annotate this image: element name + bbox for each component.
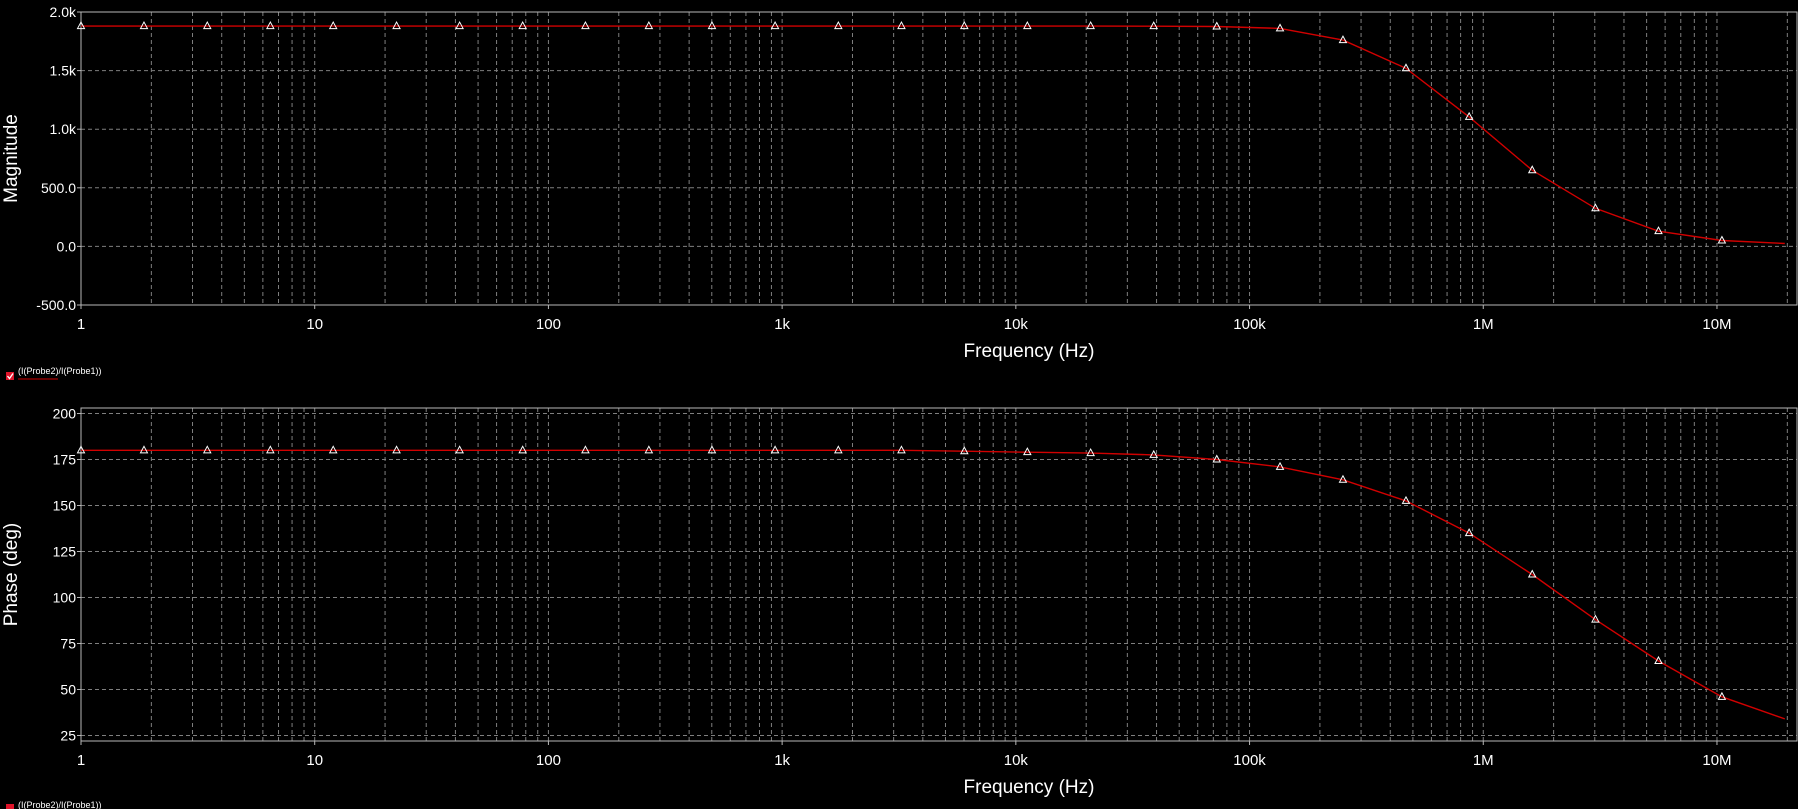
x-tick-label: 10 [306,316,323,333]
y-tick-label: 200 [53,406,77,422]
y-tick-label: 500.0 [41,180,76,196]
y-tick-label: 100 [53,589,77,605]
legend-label: (I(Probe2)/I(Probe1)) [18,800,102,809]
x-axis-title: Frequency (Hz) [964,777,1095,798]
x-tick-label: 1 [77,316,85,333]
x-tick-label: 1M [1473,752,1494,769]
x-tick-label: 10M [1702,752,1731,769]
x-tick-label: 100 [536,752,561,769]
x-tick-label: 10k [1004,316,1029,333]
y-tick-label: 75 [60,635,76,651]
y-tick-label: 1.0k [50,121,77,137]
x-tick-label: 100k [1233,752,1266,769]
x-tick-label: 10M [1702,316,1731,333]
x-axis-title: Frequency (Hz) [964,341,1095,362]
y-tick-label: 2.0k [50,4,77,20]
bode-plot-canvas: 2.0k1.5k1.0k500.00.0-500.01 10 100 1k 10k 100… [0,0,1798,809]
legend-label: (I(Probe2)/I(Probe1)) [18,366,102,376]
y-tick-label: 125 [53,544,77,560]
x-tick-label: 1 [77,752,85,769]
x-tick-label: 1k [774,752,790,769]
y-tick-label: 0.0 [57,238,77,254]
y-axis-title: Magnitude [1,114,22,203]
y-axis-title: Phase (deg) [1,523,22,627]
y-tick-label: 150 [53,498,77,514]
x-tick-label: 100 [536,316,561,333]
legend-phase[interactable]: (I(Probe2)/I(Probe1)) [6,800,102,809]
y-tick-label: 25 [60,727,76,743]
legend-checkbox[interactable] [6,804,14,809]
y-tick-label: 1.5k [50,63,77,79]
x-tick-label: 10 [306,752,323,769]
y-tick-label: -500.0 [36,297,76,313]
y-tick-label: 50 [60,681,76,697]
x-tick-label: 1M [1473,316,1494,333]
x-tick-label: 1k [774,316,790,333]
x-tick-label: 10k [1004,752,1029,769]
x-tick-label: 100k [1233,316,1266,333]
y-tick-label: 175 [53,452,77,468]
